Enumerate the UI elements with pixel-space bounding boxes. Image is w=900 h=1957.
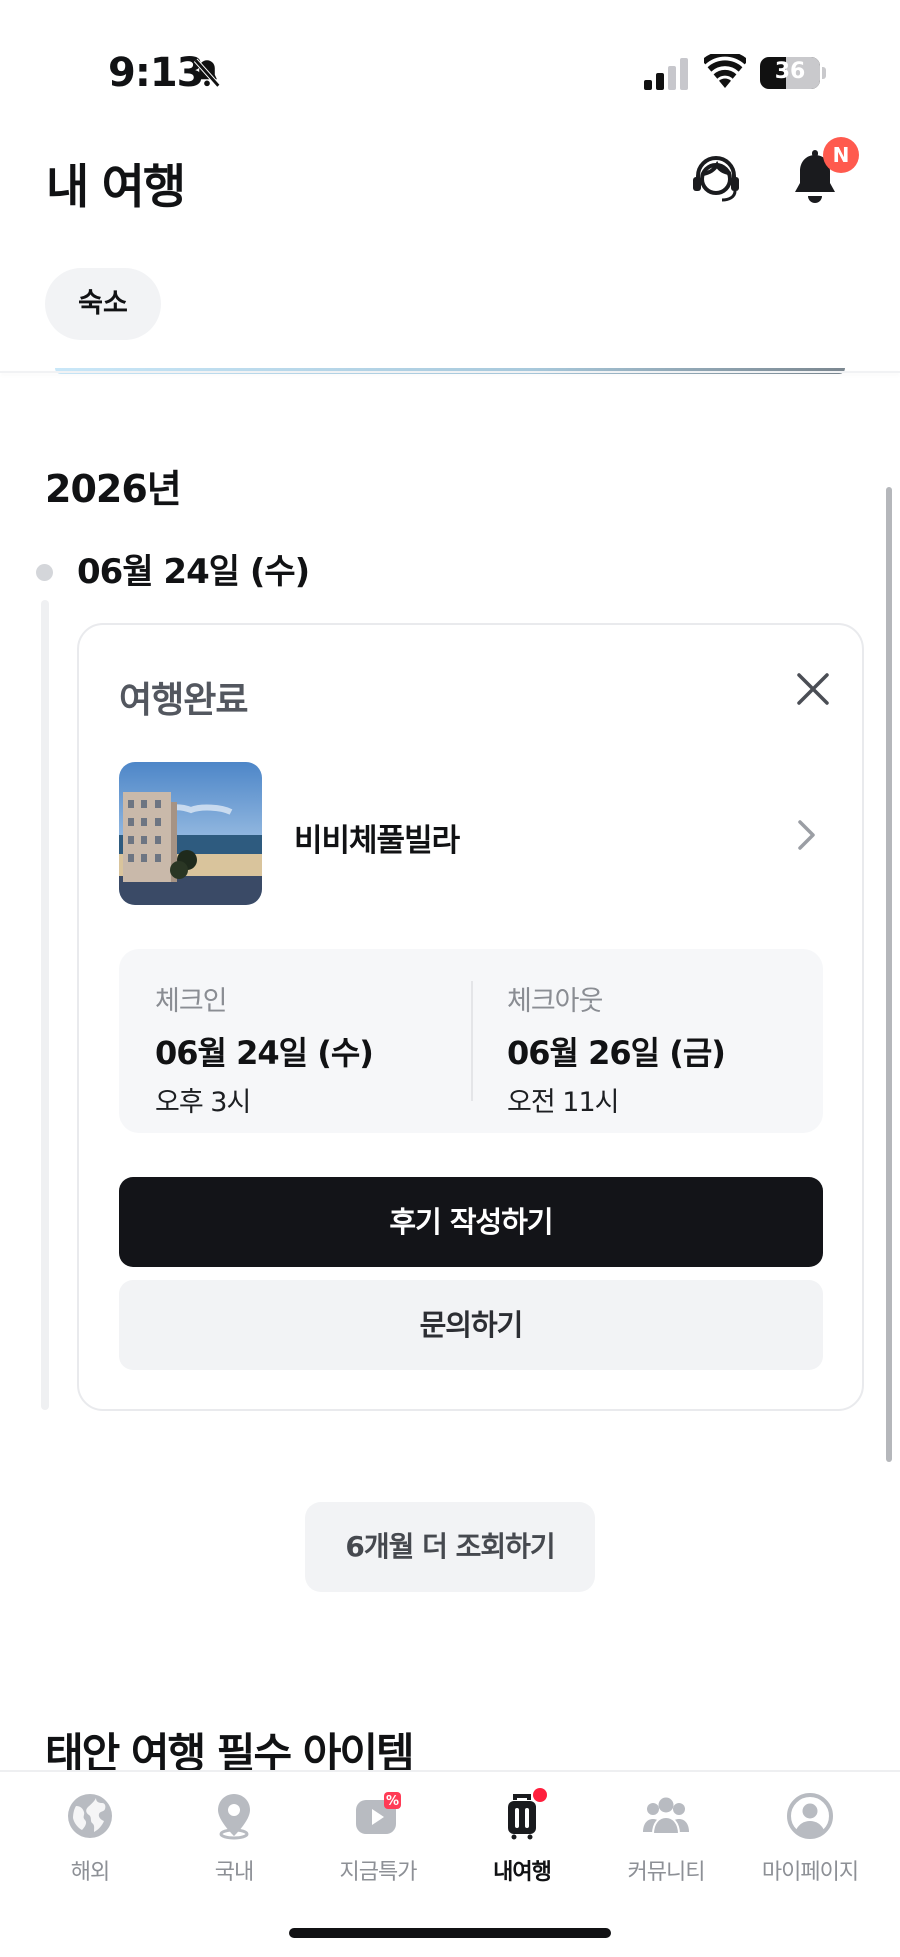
nav-label-community: 커뮤니티: [627, 1860, 706, 1885]
checkin-date: 06월 24일 (수): [155, 1034, 374, 1072]
battery-tip: [822, 67, 826, 79]
checkin-info: 체크인 06월 24일 (수) 오후 3시: [155, 979, 374, 1119]
svg-text:%: %: [386, 1794, 399, 1809]
inquiry-button[interactable]: 문의하기: [119, 1280, 823, 1370]
scrollbar[interactable]: [886, 487, 892, 1462]
nav-label-overseas: 해외: [70, 1860, 110, 1885]
status-bar: 9:13 36: [0, 0, 900, 120]
checkout-date: 06월 26일 (금): [507, 1034, 726, 1072]
deal-play-icon: %: [356, 1792, 401, 1834]
stay-thumbnail[interactable]: [119, 762, 262, 905]
wifi-icon: [704, 54, 746, 88]
battery-icon: 36: [760, 57, 820, 89]
customer-support-icon[interactable]: [690, 152, 742, 204]
nav-item-mypage[interactable]: 마이페이지: [738, 1792, 882, 1902]
trip-status: 여행완료: [119, 680, 248, 721]
chevron-right-icon[interactable]: [796, 818, 818, 852]
globe-icon: [68, 1794, 112, 1838]
profile-icon: [787, 1793, 833, 1839]
map-pin-icon: [218, 1794, 250, 1840]
notification-badge: N: [823, 137, 859, 173]
filter-chip-accommodation[interactable]: 숙소: [45, 268, 161, 340]
nav-item-my-trips[interactable]: 내여행: [450, 1788, 594, 1902]
nav-label-mypage: 마이페이지: [761, 1860, 859, 1885]
timeline-line: [41, 600, 49, 1410]
page-title: 내 여행: [46, 160, 186, 215]
timeline-dot: [36, 564, 53, 581]
nav-label-my-trips: 내여행: [493, 1860, 552, 1885]
nav-item-community[interactable]: 커뮤니티: [594, 1792, 738, 1902]
nav-label-domestic: 국내: [214, 1860, 254, 1885]
header-divider: [0, 371, 900, 373]
write-review-button[interactable]: 후기 작성하기: [119, 1177, 823, 1267]
stay-name[interactable]: 비비체풀빌라: [294, 815, 460, 860]
nav-item-domestic[interactable]: 국내: [162, 1792, 306, 1902]
nav-item-overseas[interactable]: 해외: [18, 1792, 162, 1902]
stay-dates-box: 체크인 06월 24일 (수) 오후 3시 체크아웃 06월 26일 (금) 오…: [119, 949, 823, 1133]
community-icon: [643, 1797, 689, 1835]
bell-muted-icon: [193, 58, 221, 88]
checkin-time: 오후 3시: [155, 1087, 251, 1118]
trip-date-heading: 06월 24일 (수): [77, 552, 310, 592]
nav-label-deals: 지금특가: [339, 1860, 418, 1885]
close-icon[interactable]: [795, 671, 831, 707]
dates-divider: [471, 981, 473, 1101]
checkin-label: 체크인: [155, 986, 228, 1017]
battery-level: 36: [774, 59, 806, 84]
checkout-info: 체크아웃 06월 26일 (금) 오전 11시: [507, 979, 726, 1119]
nav-new-dot: [533, 1788, 547, 1802]
checkout-time: 오전 11시: [507, 1087, 619, 1118]
home-indicator: [289, 1928, 611, 1938]
year-heading: 2026년: [45, 467, 182, 511]
cellular-signal-icon: [644, 58, 688, 90]
checkout-label: 체크아웃: [507, 986, 603, 1017]
trip-card: 여행완료 비비체풀빌라 체크인 06월 24일 (수) 오후 3시 체크아웃 0…: [77, 623, 864, 1411]
nav-item-deals[interactable]: % 지금특가: [306, 1792, 450, 1902]
load-more-months-button[interactable]: 6개월 더 조회하기: [305, 1502, 595, 1592]
